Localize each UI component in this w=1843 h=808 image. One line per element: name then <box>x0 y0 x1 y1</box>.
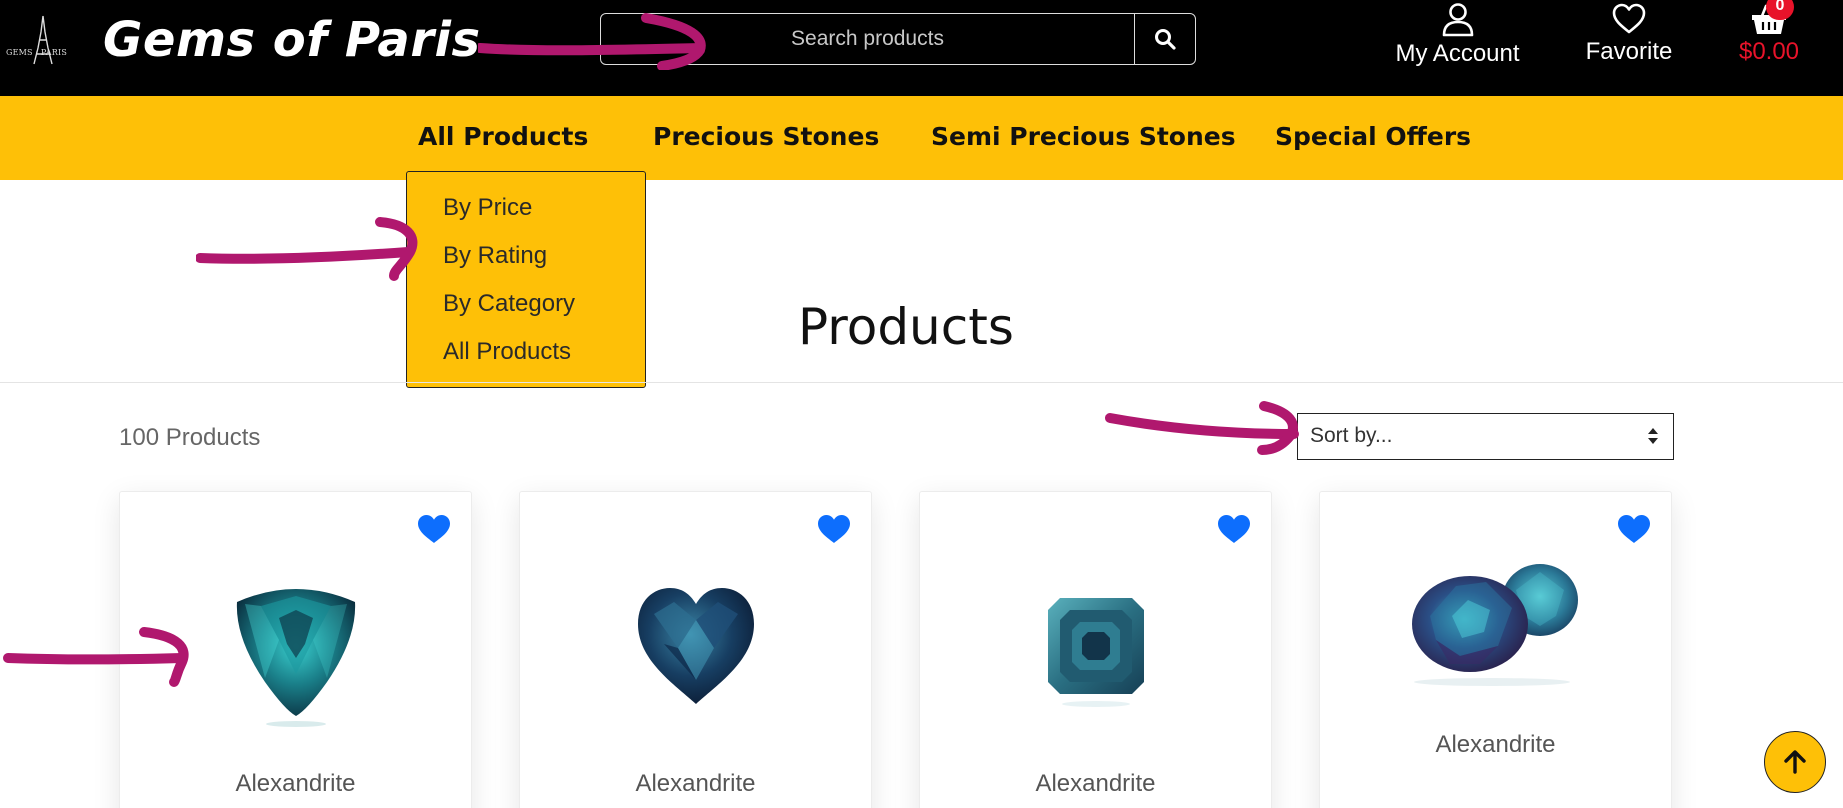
heart-outline-icon <box>1612 3 1646 34</box>
search-bar <box>600 13 1196 65</box>
divider <box>0 382 1843 383</box>
eiffel-tower-icon <box>33 15 53 65</box>
top-header: GEMS · PARIS Gems of Paris My Account <box>0 0 1843 96</box>
logo-text: GEMS · PARIS <box>6 48 68 57</box>
trillion-gem-image <box>236 589 355 727</box>
search-input[interactable] <box>600 13 1135 65</box>
back-to-top-button[interactable] <box>1764 731 1826 793</box>
product-card[interactable]: Alexandrite <box>1319 491 1672 808</box>
main-nav: All Products Precious Stones Semi Precio… <box>0 96 1843 180</box>
nav-item-semi-precious-stones[interactable]: Semi Precious Stones <box>931 122 1236 151</box>
heart-icon[interactable] <box>1217 514 1251 544</box>
heart-gem-image <box>637 588 754 704</box>
site-logo[interactable]: GEMS · PARIS <box>4 14 82 66</box>
product-image[interactable] <box>920 596 1271 708</box>
product-card[interactable]: Alexandrite <box>119 491 472 808</box>
product-image[interactable] <box>120 578 471 728</box>
dropdown-item-by-price[interactable]: By Price <box>443 194 532 222</box>
favorite-link[interactable]: Favorite <box>1575 0 1683 80</box>
dropdown-item-all-products[interactable]: All Products <box>443 338 571 366</box>
product-name[interactable]: Alexandrite <box>120 770 471 798</box>
heart-icon[interactable] <box>817 514 851 544</box>
page: GEMS · PARIS Gems of Paris My Account <box>0 0 1843 808</box>
sort-arrows-icon <box>1648 428 1658 444</box>
sort-select-label: Sort by... <box>1310 424 1393 447</box>
product-name[interactable]: Alexandrite <box>920 770 1271 798</box>
cart-total: $0.00 <box>1738 38 1800 65</box>
heart-icon[interactable] <box>1617 514 1651 544</box>
my-account-label: My Account <box>1395 40 1520 67</box>
product-card[interactable]: Alexandrite <box>919 491 1272 808</box>
heart-icon[interactable] <box>417 514 451 544</box>
dropdown-item-by-rating[interactable]: By Rating <box>443 242 547 270</box>
my-account-link[interactable]: My Account <box>1390 0 1525 80</box>
sort-select[interactable]: Sort by... <box>1297 413 1674 460</box>
search-button[interactable] <box>1134 13 1196 65</box>
nav-item-precious-stones[interactable]: Precious Stones <box>653 122 879 151</box>
product-image[interactable] <box>520 584 871 708</box>
emerald-cut-gem-image <box>1047 598 1144 707</box>
arrow-up-icon <box>1784 750 1806 774</box>
all-products-dropdown: By Price By Rating By Category All Produ… <box>406 171 646 388</box>
product-card[interactable]: Alexandrite <box>519 491 872 808</box>
favorite-label: Favorite <box>1585 38 1673 65</box>
nav-item-all-products[interactable]: All Products <box>418 122 588 151</box>
search-icon <box>1155 29 1176 50</box>
page-title: Products <box>798 298 1014 356</box>
annotation-arrow-sort <box>1105 401 1299 455</box>
product-name[interactable]: Alexandrite <box>520 770 871 798</box>
dropdown-item-by-category[interactable]: By Category <box>443 290 575 318</box>
product-name[interactable]: Alexandrite <box>1320 731 1671 759</box>
brand-name[interactable]: Gems of Paris <box>103 12 481 68</box>
oval-round-gems-image <box>1411 564 1578 686</box>
product-count: 100 Products <box>119 424 261 451</box>
product-image[interactable] <box>1320 560 1671 688</box>
nav-item-special-offers[interactable]: Special Offers <box>1275 122 1471 151</box>
user-icon <box>1442 3 1473 37</box>
annotation-arrow-by-rating <box>196 217 418 281</box>
